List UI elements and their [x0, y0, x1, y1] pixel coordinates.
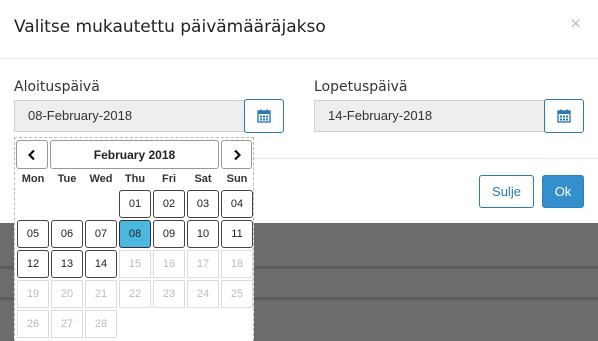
- weekday-label: Fri: [161, 173, 177, 185]
- end-date-input[interactable]: 14-February-2018: [314, 100, 545, 132]
- weekday-label: Sat: [194, 173, 212, 185]
- day-cell-disabled: 20: [51, 280, 83, 308]
- day-cell-selected[interactable]: 08: [119, 220, 151, 248]
- calendar-icon: [557, 109, 571, 123]
- calendar-icon: [257, 109, 271, 123]
- day-cell[interactable]: 09: [153, 220, 185, 248]
- day-cell-disabled: 27: [51, 310, 83, 338]
- header-divider: [0, 58, 598, 59]
- day-cell-disabled: 17: [187, 250, 219, 278]
- day-cell[interactable]: 02: [153, 190, 185, 218]
- day-cell-disabled: 23: [153, 280, 185, 308]
- day-cell-disabled: 19: [17, 280, 49, 308]
- modal-title: Valitse mukautettu päivämääräjakso: [14, 17, 326, 37]
- day-cell[interactable]: 06: [51, 220, 83, 248]
- day-cell-disabled: 25: [221, 280, 253, 308]
- day-cell-disabled: 16: [153, 250, 185, 278]
- day-cell-disabled: 22: [119, 280, 151, 308]
- day-cell[interactable]: 10: [187, 220, 219, 248]
- day-cell[interactable]: 07: [85, 220, 117, 248]
- weekday-label: Wed: [89, 173, 113, 185]
- day-cell-disabled: 21: [85, 280, 117, 308]
- day-cell[interactable]: 11: [221, 220, 253, 248]
- day-cell[interactable]: 14: [85, 250, 117, 278]
- day-cell[interactable]: 01: [119, 190, 151, 218]
- next-month-button[interactable]: [221, 140, 252, 169]
- day-cell[interactable]: 03: [187, 190, 219, 218]
- day-cell[interactable]: 04: [221, 190, 253, 218]
- close-icon[interactable]: ×: [569, 14, 582, 32]
- weekday-label: Mon: [21, 173, 45, 185]
- weekday-label: Tue: [57, 173, 77, 185]
- day-cell[interactable]: 13: [51, 250, 83, 278]
- end-date-label: Lopetuspäivä: [314, 79, 408, 95]
- prev-month-button[interactable]: [16, 140, 48, 169]
- footer-divider: [254, 158, 598, 159]
- start-date-input[interactable]: 08-February-2018: [14, 100, 245, 132]
- start-date-label: Aloituspäivä: [14, 79, 100, 95]
- day-cell-disabled: 26: [17, 310, 49, 338]
- ok-button[interactable]: Ok: [542, 175, 584, 208]
- month-year-label[interactable]: February 2018: [50, 140, 219, 169]
- day-cell-disabled: 24: [187, 280, 219, 308]
- datepicker-popup: February 2018 Mon Tue Wed Thu Fri Sat Su…: [14, 137, 254, 341]
- day-cell-disabled: 28: [85, 310, 117, 338]
- day-cell-disabled: 18: [221, 250, 253, 278]
- end-calendar-button[interactable]: [544, 99, 584, 133]
- start-calendar-button[interactable]: [244, 99, 284, 133]
- weekday-header-row: Mon Tue Wed Thu Fri Sat Sun: [16, 173, 254, 185]
- weekday-label: Thu: [124, 173, 146, 185]
- weekday-label: Sun: [226, 173, 248, 185]
- close-button[interactable]: Sulje: [479, 175, 534, 208]
- day-cell[interactable]: 12: [17, 250, 49, 278]
- day-cell[interactable]: 05: [17, 220, 49, 248]
- chevron-right-icon: [233, 149, 241, 160]
- day-cell-disabled: 15: [119, 250, 151, 278]
- chevron-left-icon: [27, 149, 35, 160]
